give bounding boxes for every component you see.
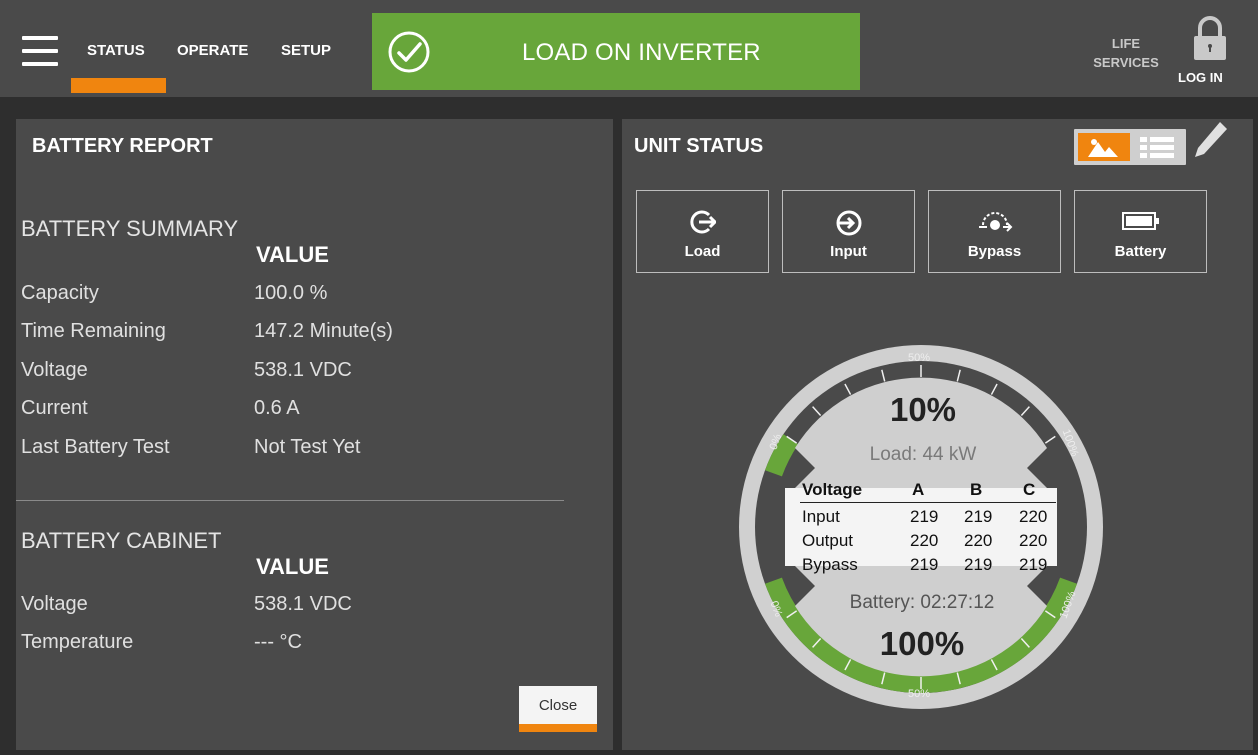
scale-50-top: 50% [908, 352, 931, 364]
life-services-link[interactable]: LIFE SERVICES [1090, 34, 1162, 72]
cabinet-row-label: Voltage [21, 593, 88, 615]
table-cell: 220 [910, 531, 939, 550]
table-cell: 219 [910, 555, 939, 574]
tile-bypass[interactable]: Bypass [928, 190, 1061, 273]
voltage-header: Voltage [802, 480, 863, 499]
close-button-accent [519, 724, 597, 732]
battery-percent: 100% [879, 625, 965, 662]
table-cell: 220 [1019, 507, 1048, 526]
tile-label: Input [830, 243, 867, 260]
table-row-label: Bypass [802, 555, 858, 574]
tile-label: Load [684, 243, 721, 260]
unit-status-panel: UNIT STATUS Load Input Bypass Battery 10… [622, 119, 1253, 750]
image-icon [1088, 139, 1118, 157]
scale-50-bottom: 50% [908, 688, 931, 700]
summary-row-label: Voltage [21, 359, 88, 381]
summary-row-label: Current [21, 397, 88, 419]
battery-report-title: BATTERY REPORT [32, 135, 213, 157]
summary-row-value: Not Test Yet [254, 436, 361, 458]
load-icon [689, 210, 716, 234]
table-cell: 219 [1019, 555, 1048, 574]
list-view-button[interactable] [1136, 133, 1182, 161]
table-cell: 219 [964, 555, 993, 574]
tile-label: Battery [1114, 243, 1167, 260]
tile-load[interactable]: Load [636, 190, 769, 273]
table-cell: 219 [910, 507, 939, 526]
menu-icon[interactable] [22, 36, 58, 66]
summary-row-label: Last Battery Test [21, 436, 170, 458]
summary-row-value: 147.2 Minute(s) [254, 320, 393, 342]
load-percent: 10% [889, 391, 957, 428]
table-cell: 220 [964, 531, 993, 550]
table-row-label: Output [802, 531, 854, 550]
active-tab-indicator [71, 78, 166, 93]
battery-cabinet-title: BATTERY CABINET [21, 528, 222, 553]
battery-icon [1121, 212, 1159, 230]
summary-row-value: 538.1 VDC [254, 359, 352, 381]
tab-setup[interactable]: SETUP [281, 42, 331, 59]
life-services-line2: SERVICES [1093, 55, 1159, 70]
summary-value-header: VALUE [256, 242, 329, 267]
lock-icon[interactable] [1192, 14, 1228, 64]
pencil-icon[interactable] [1190, 119, 1230, 163]
status-text: LOAD ON INVERTER [522, 39, 761, 66]
close-button[interactable]: Close [519, 686, 597, 724]
input-icon [836, 210, 861, 236]
status-banner[interactable]: LOAD ON INVERTER [372, 13, 860, 90]
cabinet-row-label: Temperature [21, 631, 134, 653]
tab-operate[interactable]: OPERATE [177, 42, 248, 59]
summary-row-value: 100.0 % [254, 282, 328, 304]
tile-label: Bypass [967, 243, 1022, 260]
summary-row-label: Capacity [21, 282, 99, 304]
cabinet-row-value: 538.1 VDC [254, 593, 352, 615]
battery-summary-title: BATTERY SUMMARY [21, 216, 239, 241]
summary-row-value: 0.6 A [254, 397, 300, 419]
bypass-icon [978, 212, 1012, 232]
table-cell: 220 [1019, 531, 1048, 550]
image-view-button[interactable] [1078, 133, 1130, 161]
table-row-label: Input [802, 507, 840, 526]
table-header-rule [800, 502, 1056, 503]
battery-report-panel: BATTERY REPORT BATTERY SUMMARY VALUE Cap… [16, 119, 613, 750]
phase-a-header: A [912, 480, 925, 499]
login-button[interactable]: LOG IN [1178, 70, 1223, 85]
phase-b-header: B [970, 480, 983, 499]
list-icon [1140, 137, 1174, 158]
check-circle-icon [388, 31, 430, 73]
load-text: Load: 44 kW [869, 444, 977, 465]
battery-runtime: Battery: 02:27:12 [849, 592, 995, 613]
cabinet-value-header: VALUE [256, 554, 329, 579]
top-bar: STATUS OPERATE SETUP LOAD ON INVERTER LI… [0, 0, 1258, 97]
section-divider [16, 500, 564, 501]
cabinet-row-value: --- °C [254, 631, 302, 653]
table-cell: 219 [964, 507, 993, 526]
tab-status[interactable]: STATUS [87, 42, 145, 59]
summary-row-label: Time Remaining [21, 320, 166, 342]
tile-input[interactable]: Input [782, 190, 915, 273]
tile-battery[interactable]: Battery [1074, 190, 1207, 273]
unit-status-title: UNIT STATUS [634, 135, 764, 157]
phase-c-header: C [1023, 480, 1036, 499]
life-services-line1: LIFE [1111, 36, 1141, 51]
view-toggle [1074, 129, 1186, 165]
